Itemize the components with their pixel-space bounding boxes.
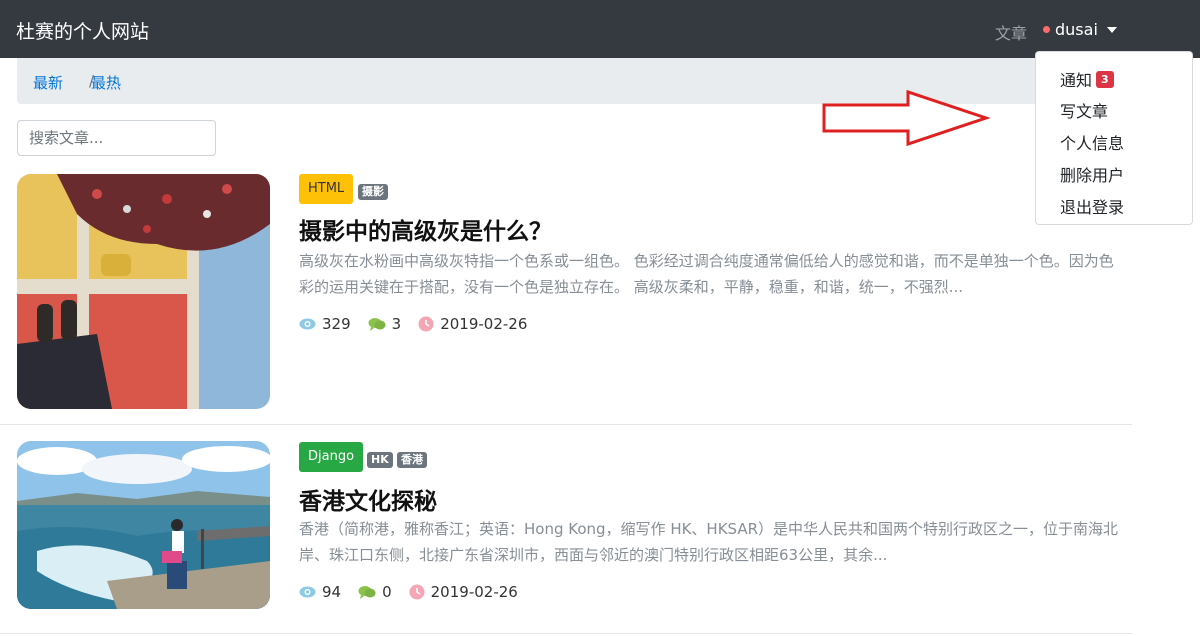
article-title[interactable]: 香港文化探秘 [299,482,437,516]
nav-articles-link[interactable]: 文章 [995,20,1027,44]
comments-icon [358,586,376,599]
user-name: dusai [1055,20,1098,39]
eye-icon [299,586,316,598]
comments-count: 3 [368,315,401,333]
caret-down-icon [1106,26,1117,33]
column-tag[interactable]: Django [299,442,364,472]
article-tag-badge[interactable]: HK [367,452,393,468]
article-excerpt: 香港（简称港，雅称香江；英语：Hong Kong，缩写作 HK、HKSAR）是中… [299,520,1119,564]
menu-item-write-article[interactable]: 写文章 [1060,98,1108,122]
notification-count-badge: 3 [1096,70,1114,88]
menu-item-logout[interactable]: 退出登录 [1060,194,1124,218]
annotation-arrow-icon [822,89,991,147]
publish-date: 2019-02-26 [409,583,518,601]
article-divider [0,424,1132,425]
search-input[interactable] [17,120,216,156]
menu-item-profile[interactable]: 个人信息 [1060,130,1124,154]
article-divider [0,633,1132,634]
sort-latest-link[interactable]: 最新 [33,72,63,93]
article-title[interactable]: 摄影中的高级灰是什么？ [299,212,552,246]
article-tag-badge[interactable]: 香港 [397,452,427,468]
views-count: 329 [299,315,351,333]
article-meta: 329 3 2019-02-26 [299,315,544,333]
article-thumbnail[interactable] [17,174,270,409]
user-dropdown-menu: 通知 3 写文章 个人信息 删除用户 退出登录 [1035,51,1193,225]
article-meta: 94 0 2019-02-26 [299,583,535,601]
comments-icon [368,318,386,331]
menu-item-delete-user[interactable]: 删除用户 [1060,162,1124,186]
clock-icon [418,316,434,332]
views-count: 94 [299,583,341,601]
article-excerpt: 高级灰在水粉画中高级灰特指一个色系或一组色。 色彩经过调合纯度通常偏低给人的感觉… [299,252,1114,296]
clock-icon [409,584,425,600]
publish-date: 2019-02-26 [418,315,527,333]
sort-hottest-link[interactable]: 最热 [91,72,121,93]
photo-tiles-image [17,174,270,409]
menu-item-notifications[interactable]: 通知 3 [1060,67,1114,91]
notification-dot-icon [1043,26,1050,33]
navbar: 杜赛的个人网站 文章 dusai [0,0,1200,58]
comments-count: 0 [358,583,392,601]
eye-icon [299,318,316,330]
user-menu-toggle[interactable]: dusai [1043,20,1117,39]
site-brand[interactable]: 杜赛的个人网站 [16,17,149,44]
column-tag[interactable]: HTML [299,174,354,204]
article-tag-badge[interactable]: 摄影 [358,184,388,200]
photo-sea-image [17,441,270,609]
article-thumbnail[interactable] [17,441,270,609]
